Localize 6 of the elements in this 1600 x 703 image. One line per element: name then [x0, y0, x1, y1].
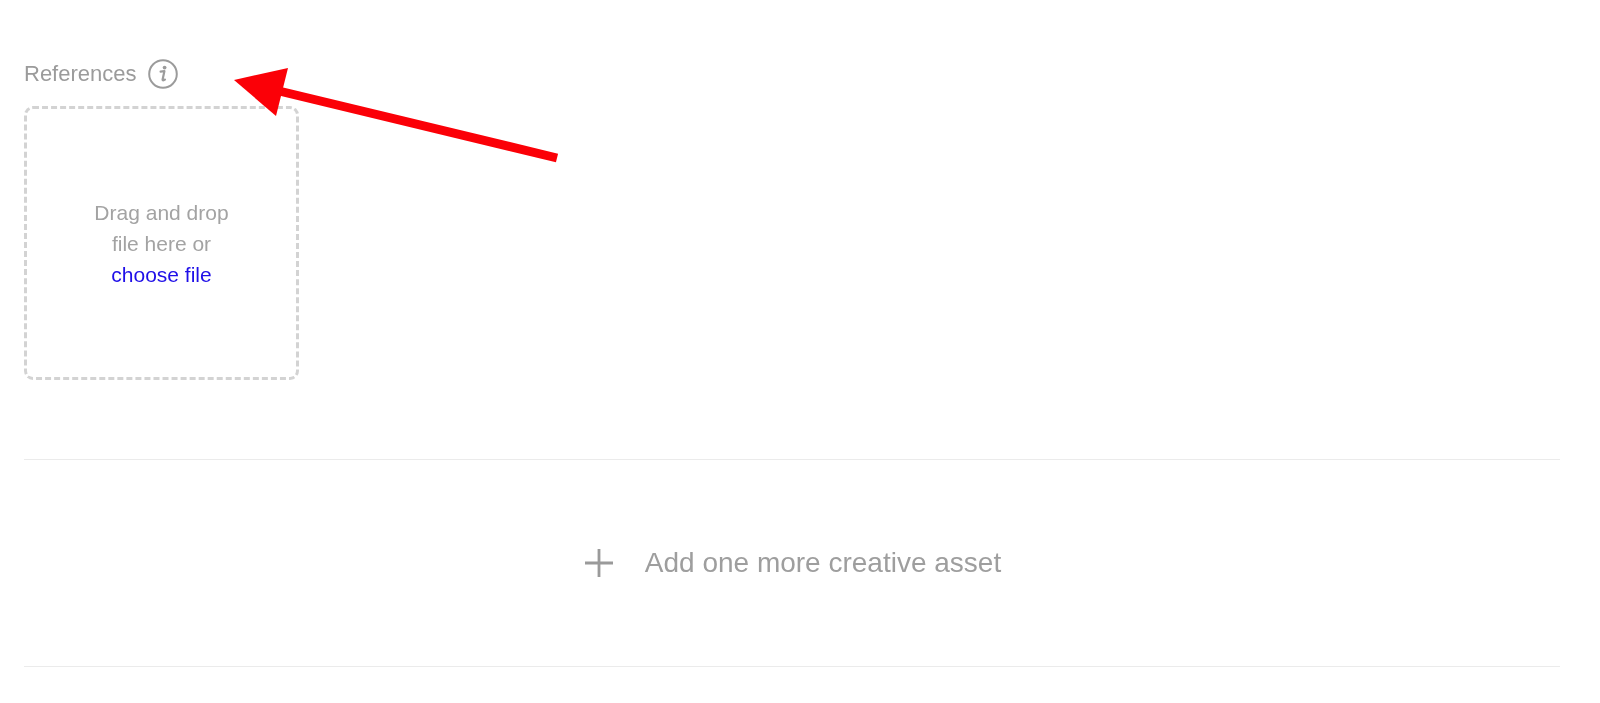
info-icon[interactable] — [147, 59, 178, 89]
file-drop-zone[interactable]: Drag and drop file here or choose file — [24, 106, 299, 380]
dropzone-text: Drag and drop file here or choose file — [93, 199, 230, 288]
choose-file-link[interactable]: choose file — [111, 262, 212, 286]
references-label: References — [24, 60, 137, 88]
plus-icon — [584, 549, 613, 577]
